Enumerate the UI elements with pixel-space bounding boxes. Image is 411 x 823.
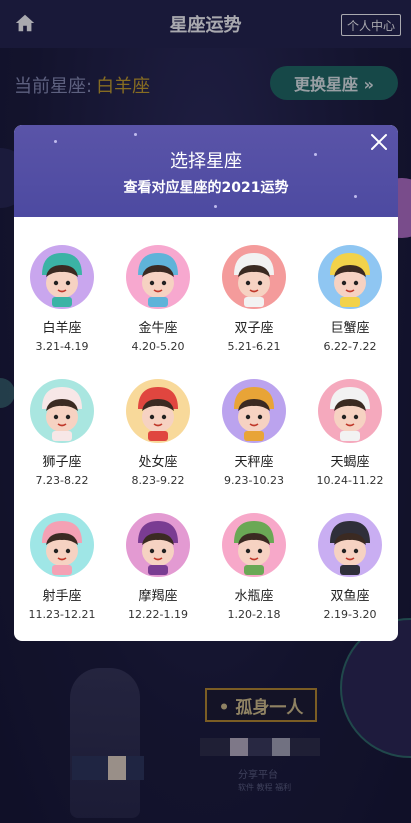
sign-item[interactable]: 白羊座 3.21-4.19 [14, 245, 110, 365]
sign-name: 狮子座 [42, 455, 82, 470]
sign-avatar-icon [222, 513, 286, 577]
star-decoration [214, 205, 217, 208]
sign-date-range: 7.23-8.22 [35, 474, 89, 487]
sign-item[interactable]: 处女座 8.23-9.22 [110, 379, 206, 499]
sign-name: 金牛座 [138, 321, 178, 336]
sign-avatar-icon [318, 513, 382, 577]
sign-date-range: 4.20-5.20 [131, 340, 185, 353]
sign-item[interactable]: 巨蟹座 6.22-7.22 [302, 245, 398, 365]
sign-date-range: 5.21-6.21 [227, 340, 281, 353]
sign-date-range: 9.23-10.23 [224, 474, 284, 487]
sign-date-range: 11.23-12.21 [28, 608, 96, 621]
sign-name: 天秤座 [234, 455, 274, 470]
sign-date-range: 2.19-3.20 [323, 608, 377, 621]
sign-date-range: 3.21-4.19 [35, 340, 89, 353]
sign-name: 巨蟹座 [330, 321, 370, 336]
sign-avatar-icon [318, 245, 382, 309]
sign-avatar-icon [126, 379, 190, 443]
sign-avatar-icon [30, 513, 94, 577]
sign-item[interactable]: 金牛座 4.20-5.20 [110, 245, 206, 365]
sign-avatar-icon [126, 245, 190, 309]
sign-avatar-icon [318, 379, 382, 443]
sign-item[interactable]: 天秤座 9.23-10.23 [206, 379, 302, 499]
sign-grid: 白羊座 3.21-4.19 金牛座 4.20-5.20 双子座 5.21-6.21 巨蟹座 6… [14, 245, 398, 633]
sign-avatar-icon [222, 245, 286, 309]
sign-name: 水瓶座 [234, 589, 274, 604]
sign-item[interactable]: 天蝎座 10.24-11.22 [302, 379, 398, 499]
sign-date-range: 8.23-9.22 [131, 474, 185, 487]
modal-title: 选择星座 [170, 151, 242, 172]
sign-date-range: 1.20-2.18 [227, 608, 281, 621]
star-decoration [134, 133, 137, 136]
sign-item[interactable]: 摩羯座 12.22-1.19 [110, 513, 206, 633]
sign-item[interactable]: 狮子座 7.23-8.22 [14, 379, 110, 499]
sign-name: 摩羯座 [138, 589, 178, 604]
sign-name: 双子座 [234, 321, 274, 336]
sign-date-range: 12.22-1.19 [128, 608, 188, 621]
sign-item[interactable]: 射手座 11.23-12.21 [14, 513, 110, 633]
sign-name: 射手座 [42, 589, 82, 604]
sign-name: 处女座 [138, 455, 178, 470]
close-icon[interactable] [368, 131, 390, 153]
sign-name: 天蝎座 [330, 455, 370, 470]
sign-item[interactable]: 水瓶座 1.20-2.18 [206, 513, 302, 633]
modal-header: 选择星座 查看对应星座的2021运势 [14, 125, 398, 217]
sign-item[interactable]: 双子座 5.21-6.21 [206, 245, 302, 365]
sign-avatar-icon [30, 245, 94, 309]
star-decoration [54, 140, 57, 143]
sign-name: 双鱼座 [330, 589, 370, 604]
sign-date-range: 10.24-11.22 [316, 474, 384, 487]
sign-avatar-icon [30, 379, 94, 443]
sign-select-modal: 选择星座 查看对应星座的2021运势 白羊座 3.21-4.19 金牛座 4.20-5… [14, 125, 398, 641]
sign-date-range: 6.22-7.22 [323, 340, 377, 353]
sign-item[interactable]: 双鱼座 2.19-3.20 [302, 513, 398, 633]
sign-name: 白羊座 [42, 321, 82, 336]
modal-subtitle: 查看对应星座的2021运势 [123, 180, 289, 196]
sign-avatar-icon [222, 379, 286, 443]
sign-avatar-icon [126, 513, 190, 577]
